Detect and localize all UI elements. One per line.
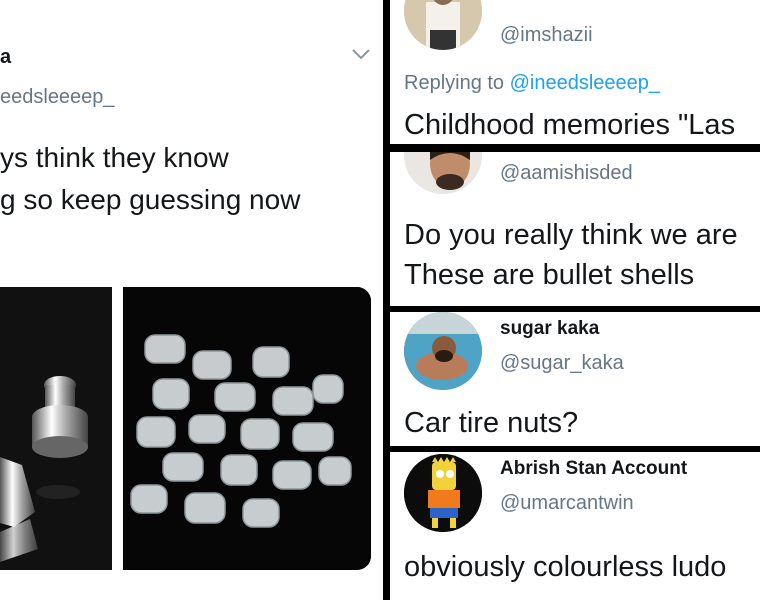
- reply-handle[interactable]: @umarcantwin: [500, 492, 634, 515]
- reply-card-aamishisded: @aamishisded Do you really think we are …: [390, 152, 760, 306]
- reply-text-line2: These are bullet shells: [404, 259, 695, 291]
- chevron-down-icon[interactable]: [350, 46, 372, 67]
- reply-text-line1: Do you really think we are: [404, 219, 738, 251]
- tweet-author-handle[interactable]: eedsleeeep_: [0, 86, 115, 109]
- reply-text: Car tire nuts?: [404, 407, 579, 439]
- original-tweet: a eedsleeeep_ ys think they know g so ke…: [0, 0, 383, 600]
- avatar[interactable]: [404, 0, 482, 50]
- avatar[interactable]: [404, 312, 482, 390]
- reply-card-imshazii: @imshazii Replying to @ineedsleeeep_ Chi…: [390, 0, 760, 144]
- tweet-media-metal[interactable]: [0, 287, 112, 570]
- replying-to-link[interactable]: @ineedsleeeep_: [510, 72, 660, 94]
- reply-card-umarcantwin: Abrish Stan Account @umarcantwin obvious…: [390, 452, 760, 600]
- avatar[interactable]: [404, 152, 482, 194]
- replying-to-prefix: Replying to: [404, 72, 505, 94]
- reply-text: Childhood memories "Las: [404, 109, 736, 141]
- reply-handle[interactable]: @aamishisded: [500, 162, 633, 185]
- reply-card-sugar-kaka: sugar kaka @sugar_kaka Car tire nuts?: [390, 312, 760, 446]
- reply-author-name[interactable]: sugar kaka: [500, 318, 599, 340]
- tweet-author-name[interactable]: a: [0, 46, 11, 69]
- avatar[interactable]: [404, 454, 482, 532]
- reply-handle[interactable]: @imshazii: [500, 24, 593, 47]
- tweet-text-line2: g so keep guessing now: [0, 184, 301, 215]
- reply-author-name[interactable]: Abrish Stan Account: [500, 458, 687, 480]
- tweet-text-line1: ys think they know: [0, 142, 229, 173]
- reply-handle[interactable]: @sugar_kaka: [500, 352, 624, 375]
- tweet-media-plastic[interactable]: [123, 287, 371, 570]
- replying-to-line: Replying to @ineedsleeeep_: [404, 72, 660, 95]
- reply-text: obviously colourless ludo: [404, 551, 727, 583]
